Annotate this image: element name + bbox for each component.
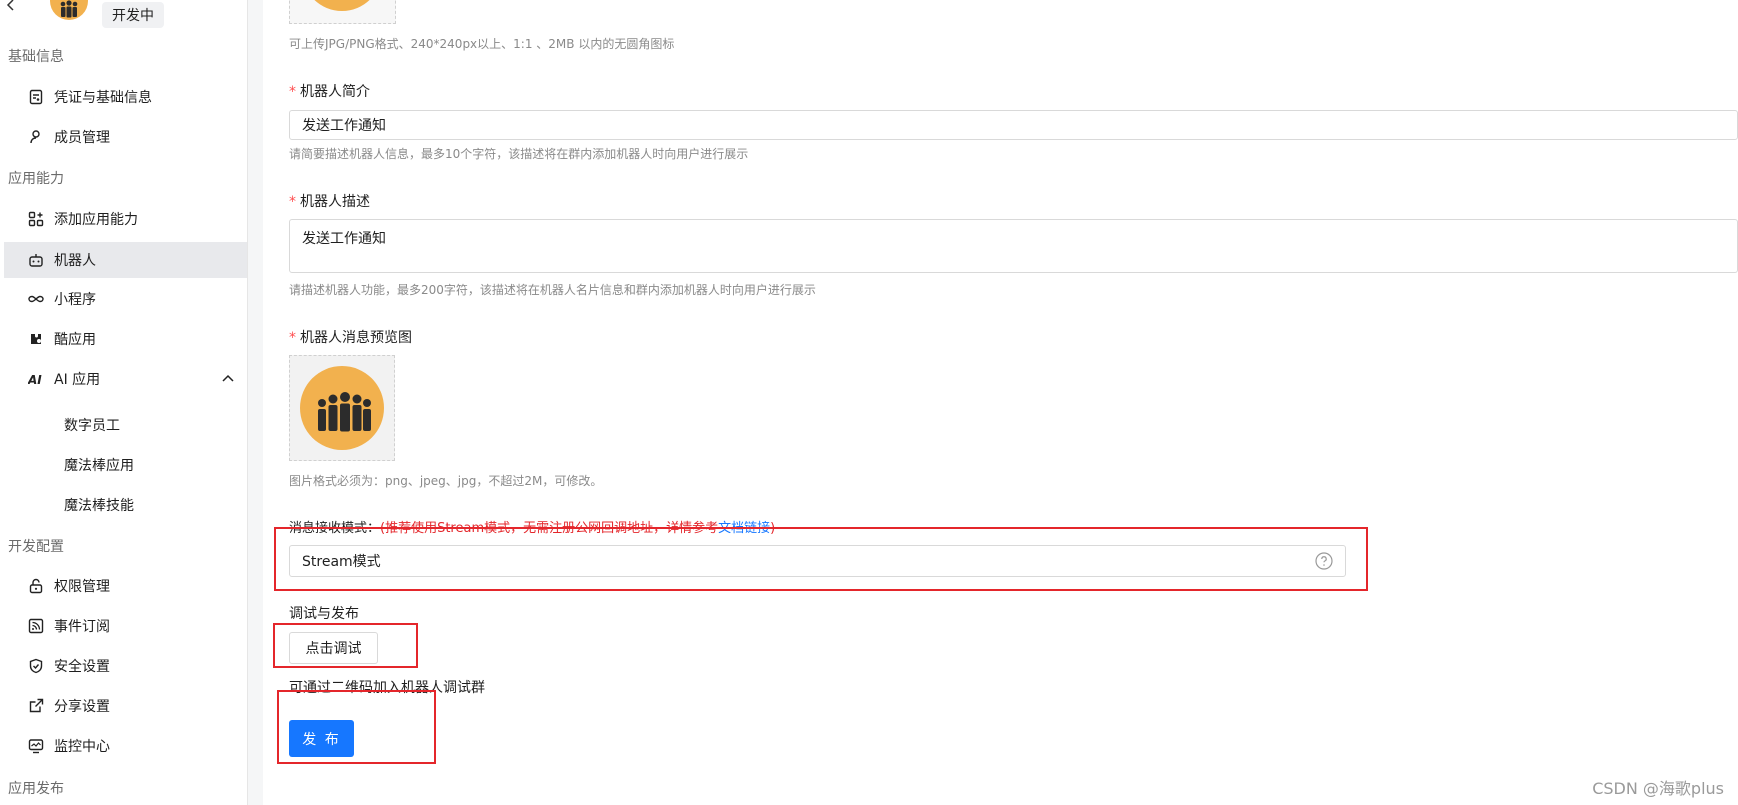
user-icon — [28, 129, 44, 145]
sidebar-item-label: 凭证与基础信息 — [54, 90, 152, 106]
group-title-dev-config: 开发配置 — [8, 539, 64, 555]
preview-label-text: 机器人消息预览图 — [300, 330, 412, 346]
sidebar: 开发中 基础信息 凭证与基础信息 成员管理 应用能力 添加应用能力 机器人 小程… — [0, 0, 248, 805]
team-icon — [300, 366, 384, 450]
sidebar-subitem-magic-wand-app[interactable]: 魔法棒应用 — [64, 455, 134, 475]
sidebar-item-security[interactable]: 安全设置 — [4, 648, 247, 684]
group-title-publish: 应用发布 — [8, 781, 64, 797]
status-badge: 开发中 — [102, 2, 164, 28]
description-label: * 机器人描述 — [289, 191, 370, 211]
required-marker: * — [289, 330, 296, 346]
content-divider — [248, 0, 263, 805]
sidebar-item-label: AI 应用 — [54, 372, 101, 388]
sidebar-item-add-capability[interactable]: 添加应用能力 — [4, 201, 247, 237]
debug-label: 调试与发布 — [289, 606, 359, 622]
monitor-icon — [28, 738, 44, 754]
annotation-box-mode — [274, 527, 1368, 591]
sidebar-item-label: 酷应用 — [54, 332, 96, 348]
icon-upload[interactable] — [289, 0, 396, 24]
description-label-text: 机器人描述 — [300, 194, 370, 210]
watermark: CSDN @海歌plus — [1592, 779, 1724, 798]
sidebar-item-mini-program[interactable]: 小程序 — [4, 281, 247, 317]
sidebar-item-share[interactable]: 分享设置 — [4, 688, 247, 724]
sidebar-item-label: 添加应用能力 — [54, 212, 138, 228]
sidebar-item-event-subscription[interactable]: 事件订阅 — [4, 608, 247, 644]
sidebar-item-monitor[interactable]: 监控中心 — [4, 728, 247, 764]
sidebar-item-members[interactable]: 成员管理 — [4, 119, 247, 155]
sidebar-item-label: 安全设置 — [54, 659, 110, 675]
intro-hint: 请简要描述机器人信息，最多10个字符，该描述将在群内添加机器人时向用户进行展示 — [289, 147, 749, 161]
annotation-box-debug — [273, 623, 418, 668]
robot-icon — [28, 252, 44, 268]
description-textarea[interactable]: 发送工作通知 — [289, 219, 1738, 273]
sidebar-subitem-digital-employee[interactable]: 数字员工 — [64, 415, 120, 435]
shield-icon — [28, 658, 44, 674]
grid-plus-icon — [28, 211, 44, 227]
sidebar-item-cool-app[interactable]: 酷应用 — [4, 321, 247, 357]
main-content: 可上传JPG/PNG格式、240*240px以上、1:1 、2MB 以内的无圆角… — [263, 0, 1738, 805]
sidebar-item-ai-app[interactable]: AI AI 应用 — [4, 361, 247, 397]
annotation-box-publish — [277, 690, 436, 764]
back-chevron-icon[interactable] — [6, 0, 22, 12]
preview-image-upload[interactable] — [289, 355, 395, 461]
puzzle-icon — [28, 331, 44, 347]
required-marker: * — [289, 194, 296, 210]
intro-label: * 机器人简介 — [289, 81, 370, 101]
preview-label: * 机器人消息预览图 — [289, 327, 412, 347]
svg-text:AI: AI — [28, 373, 42, 387]
icon-upload-hint: 可上传JPG/PNG格式、240*240px以上、1:1 、2MB 以内的无圆角… — [289, 37, 675, 51]
infinity-icon — [28, 291, 44, 307]
document-icon — [28, 89, 44, 105]
share-icon — [28, 698, 44, 714]
sidebar-item-label: 事件订阅 — [54, 619, 110, 635]
sidebar-item-permissions[interactable]: 权限管理 — [4, 568, 247, 604]
sidebar-item-label: 成员管理 — [54, 130, 110, 146]
chevron-up-icon[interactable] — [221, 371, 235, 385]
lock-icon — [28, 578, 44, 594]
sidebar-item-label: 权限管理 — [54, 579, 110, 595]
intro-input[interactable]: 发送工作通知 — [289, 110, 1738, 140]
sidebar-item-robot[interactable]: 机器人 — [4, 242, 247, 278]
sidebar-item-label: 机器人 — [54, 253, 96, 269]
sidebar-item-label: 小程序 — [54, 292, 96, 308]
sidebar-item-label: 监控中心 — [54, 739, 110, 755]
sidebar-item-credentials[interactable]: 凭证与基础信息 — [4, 79, 247, 115]
group-title-capability: 应用能力 — [8, 171, 64, 187]
app-avatar — [50, 0, 88, 20]
description-hint: 请描述机器人功能，最多200字符，该描述将在机器人名片信息和群内添加机器人时向用… — [289, 283, 816, 297]
sidebar-subitem-magic-wand-skill[interactable]: 魔法棒技能 — [64, 495, 134, 515]
ai-icon: AI — [27, 371, 44, 387]
preview-hint: 图片格式必须为：png、jpeg、jpg，不超过2M，可修改。 — [289, 474, 603, 488]
required-marker: * — [289, 84, 296, 100]
intro-label-text: 机器人简介 — [300, 84, 370, 100]
feed-icon — [28, 618, 44, 634]
group-title-basic: 基础信息 — [8, 49, 64, 65]
sidebar-item-label: 分享设置 — [54, 699, 110, 715]
